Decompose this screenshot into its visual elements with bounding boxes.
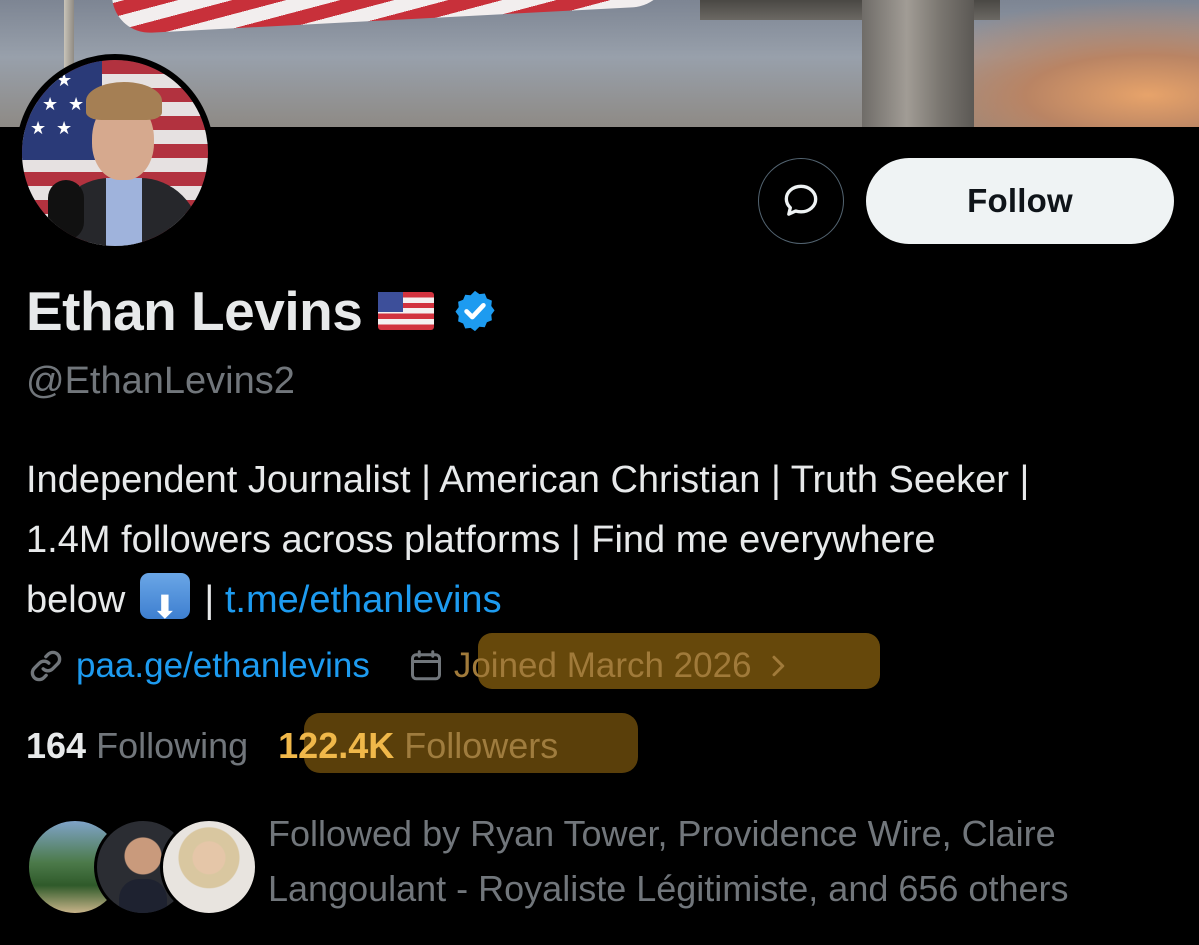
chevron-right-icon [772, 655, 784, 677]
bio-text: below [26, 579, 126, 621]
mutual-followers-avatars[interactable] [26, 818, 258, 916]
followers-stat[interactable]: 122.4K Followers [278, 725, 558, 767]
followed-by-line: Followed by Ryan Tower, Providence Wire,… [268, 813, 1056, 854]
us-flag-emoji [378, 292, 435, 330]
bio-line: below | t.me/ethanlevins [26, 570, 1186, 637]
profile-handle: @EthanLevins2 [26, 360, 295, 402]
profile-bio: Independent Journalist | American Christ… [26, 450, 1186, 637]
mutual-follower-avatar [160, 818, 258, 916]
follow-stats: 164 Following 122.4K Followers [26, 720, 558, 772]
followed-by-text[interactable]: Followed by Ryan Tower, Providence Wire,… [268, 806, 1168, 916]
bio-separator: | [204, 579, 215, 621]
joined-date: Joined March 2026 [453, 646, 752, 685]
profile-name: Ethan Levins [26, 280, 363, 342]
profile-name-row: Ethan Levins [26, 280, 498, 342]
joined-date-item[interactable]: Joined March 2026 [408, 646, 792, 686]
followers-count: 122.4K [278, 725, 395, 766]
website-link[interactable]: paa.ge/ethanlevins [76, 646, 370, 686]
bio-telegram-link[interactable]: t.me/ethanlevins [225, 579, 502, 621]
calendar-icon [410, 650, 441, 681]
avatar-microphone [48, 180, 84, 240]
banner-flag [112, 0, 672, 35]
bio-line: 1.4M followers across platforms | Find m… [26, 519, 936, 561]
down-arrow-emoji [139, 573, 190, 637]
following-stat[interactable]: 164 Following [26, 725, 248, 767]
followed-by-line: Langoulant - Royaliste Légitimiste, and … [268, 868, 1069, 909]
avatar-shirt [106, 178, 142, 246]
following-count: 164 [26, 725, 87, 766]
bio-line: Independent Journalist | American Christ… [26, 459, 1030, 501]
follow-button[interactable]: Follow [866, 158, 1174, 244]
avatar-hair [86, 82, 162, 120]
following-label: Following [96, 725, 249, 766]
followers-label: Followers [404, 725, 559, 766]
message-icon [784, 184, 818, 216]
message-button[interactable] [758, 158, 844, 244]
profile-avatar[interactable]: ★ ★ ★ ★ ★ ★ [16, 54, 214, 252]
link-icon [30, 650, 62, 682]
banner-cross [862, 0, 974, 127]
verified-badge-icon[interactable] [452, 288, 498, 334]
profile-meta-row: paa.ge/ethanlevins Joined March 2026 [26, 640, 792, 692]
